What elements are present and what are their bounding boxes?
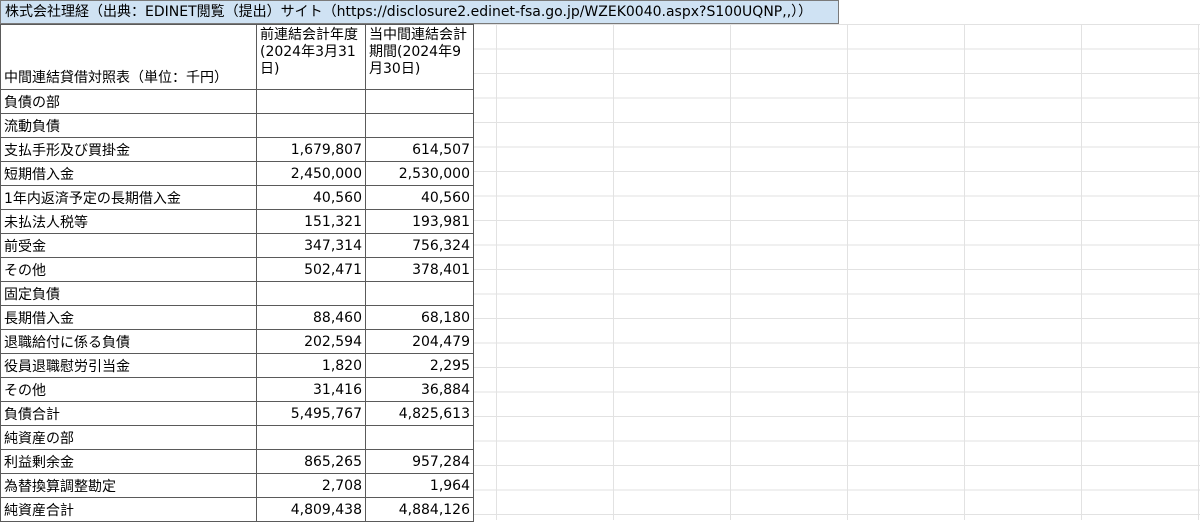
table-row: 純資産の部	[0, 425, 474, 450]
row-label-cell[interactable]: 未払法人税等	[0, 209, 257, 234]
prev-period-value-cell[interactable]	[256, 89, 366, 114]
current-period-value-cell[interactable]	[365, 113, 474, 138]
current-period-value-cell[interactable]: 2,295	[365, 353, 474, 378]
current-period-value-cell[interactable]: 40,560	[365, 185, 474, 210]
row-label-cell[interactable]: 負債合計	[0, 401, 257, 426]
row-label-cell[interactable]: 純資産の部	[0, 425, 257, 450]
table-row: 役員退職慰労引当金 1,820 2,295	[0, 353, 474, 378]
table-row: 為替換算調整勘定 2,708 1,964	[0, 473, 474, 498]
current-period-value-cell[interactable]	[365, 281, 474, 306]
row-label-cell[interactable]: 純資産合計	[0, 497, 257, 522]
prev-period-value-cell[interactable]: 151,321	[256, 209, 366, 234]
table-row: 純資産合計 4,809,438 4,884,126	[0, 497, 474, 522]
row-label-cell[interactable]: 流動負債	[0, 113, 257, 138]
table-row: 前受金 347,314 756,324	[0, 233, 474, 258]
balance-sheet-table: 中間連結貸借対照表（単位：千円） 前連結会計年度(2024年3月31日) 当中間…	[0, 24, 474, 522]
current-period-value-cell[interactable]: 756,324	[365, 233, 474, 258]
prev-period-value-cell[interactable]: 1,679,807	[256, 137, 366, 162]
prev-period-value-cell[interactable]	[256, 113, 366, 138]
prev-period-value-cell[interactable]: 40,560	[256, 185, 366, 210]
prev-period-value-cell[interactable]: 347,314	[256, 233, 366, 258]
current-period-value-cell[interactable]: 2,530,000	[365, 161, 474, 186]
prev-period-value-cell[interactable]: 88,460	[256, 305, 366, 330]
prev-period-value-cell[interactable]: 4,809,438	[256, 497, 366, 522]
table-row: 1年内返済予定の長期借入金 40,560 40,560	[0, 185, 474, 210]
row-label-cell[interactable]: 短期借入金	[0, 161, 257, 186]
table-row: 退職給付に係る負債 202,594 204,479	[0, 329, 474, 354]
prev-period-value-cell[interactable]: 2,450,000	[256, 161, 366, 186]
table-row: 未払法人税等 151,321 193,981	[0, 209, 474, 234]
current-period-value-cell[interactable]: 1,964	[365, 473, 474, 498]
table-row: 長期借入金 88,460 68,180	[0, 305, 474, 330]
current-period-value-cell[interactable]: 36,884	[365, 377, 474, 402]
row-label-cell[interactable]: 固定負債	[0, 281, 257, 306]
prev-period-value-cell[interactable]	[256, 425, 366, 450]
table-row: 流動負債	[0, 113, 474, 138]
prev-period-value-cell[interactable]	[256, 281, 366, 306]
title-cell[interactable]: 株式会社理経（出典：EDINET閲覧（提出）サイト（https://disclo…	[0, 0, 839, 24]
spreadsheet: 株式会社理経（出典：EDINET閲覧（提出）サイト（https://disclo…	[0, 0, 1200, 522]
row-label-cell[interactable]: 前受金	[0, 233, 257, 258]
prev-period-value-cell[interactable]: 502,471	[256, 257, 366, 282]
row-label-cell[interactable]: 役員退職慰労引当金	[0, 353, 257, 378]
current-period-value-cell[interactable]: 68,180	[365, 305, 474, 330]
current-period-value-cell[interactable]	[365, 89, 474, 114]
table-row: 短期借入金 2,450,000 2,530,000	[0, 161, 474, 186]
row-label-cell[interactable]: その他	[0, 257, 257, 282]
current-period-value-cell[interactable]: 4,825,613	[365, 401, 474, 426]
current-period-value-cell[interactable]: 204,479	[365, 329, 474, 354]
prev-period-value-cell[interactable]: 5,495,767	[256, 401, 366, 426]
table-row: 負債合計 5,495,767 4,825,613	[0, 401, 474, 426]
current-period-value-cell[interactable]: 193,981	[365, 209, 474, 234]
row-label-cell[interactable]: 1年内返済予定の長期借入金	[0, 185, 257, 210]
current-period-value-cell[interactable]: 957,284	[365, 449, 474, 474]
row-label-cell[interactable]: 支払手形及び買掛金	[0, 137, 257, 162]
header-row: 中間連結貸借対照表（単位：千円） 前連結会計年度(2024年3月31日) 当中間…	[0, 24, 474, 90]
prev-period-value-cell[interactable]: 1,820	[256, 353, 366, 378]
table-row: 支払手形及び買掛金 1,679,807 614,507	[0, 137, 474, 162]
row-label-cell[interactable]: 為替換算調整勘定	[0, 473, 257, 498]
row-label-cell[interactable]: 利益剰余金	[0, 449, 257, 474]
table-row: 利益剰余金 865,265 957,284	[0, 449, 474, 474]
row-label-cell[interactable]: 退職給付に係る負債	[0, 329, 257, 354]
row-label-cell[interactable]: 負債の部	[0, 89, 257, 114]
current-period-value-cell[interactable]: 614,507	[365, 137, 474, 162]
current-period-value-cell[interactable]: 4,884,126	[365, 497, 474, 522]
header-prev-period-cell[interactable]: 前連結会計年度(2024年3月31日)	[256, 24, 366, 90]
table-row: その他 31,416 36,884	[0, 377, 474, 402]
header-label-cell[interactable]: 中間連結貸借対照表（単位：千円）	[0, 24, 257, 90]
current-period-value-cell[interactable]	[365, 425, 474, 450]
row-label-cell[interactable]: 長期借入金	[0, 305, 257, 330]
prev-period-value-cell[interactable]: 2,708	[256, 473, 366, 498]
prev-period-value-cell[interactable]: 31,416	[256, 377, 366, 402]
prev-period-value-cell[interactable]: 202,594	[256, 329, 366, 354]
table-row: 負債の部	[0, 89, 474, 114]
table-row: 固定負債	[0, 281, 474, 306]
prev-period-value-cell[interactable]: 865,265	[256, 449, 366, 474]
current-period-value-cell[interactable]: 378,401	[365, 257, 474, 282]
table-row: その他 502,471 378,401	[0, 257, 474, 282]
row-label-cell[interactable]: その他	[0, 377, 257, 402]
header-current-period-cell[interactable]: 当中間連結会計期間(2024年9月30日)	[365, 24, 474, 90]
